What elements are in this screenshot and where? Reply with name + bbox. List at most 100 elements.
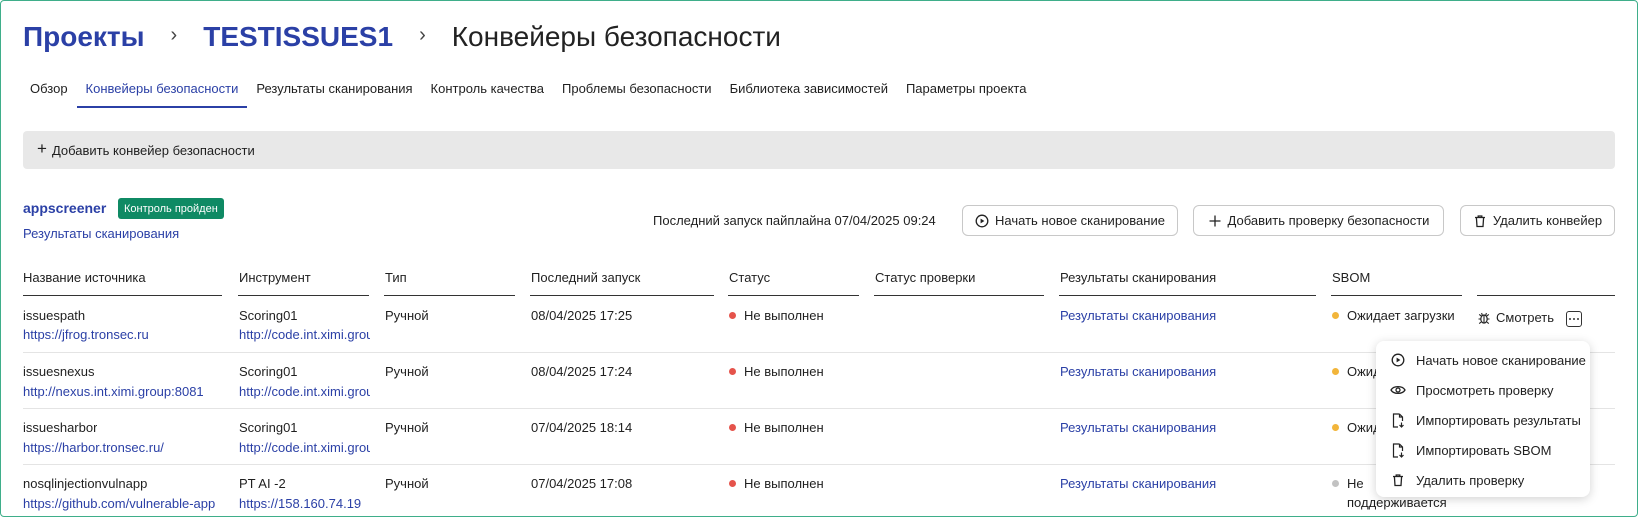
column-divider [384,295,515,296]
tab-dependency-library[interactable]: Библиотека зависимостей [721,77,897,107]
row-sbom-label: Ожидает загрузки [1347,308,1455,323]
plus-icon [1208,214,1222,228]
row-status-label: Не выполнен [744,420,824,435]
breadcrumb-chevron-icon: › [419,23,426,46]
sbom-dot-icon [1332,312,1339,319]
breadcrumb-chevron-icon: › [170,23,178,46]
tab-overview[interactable]: Обзор [21,77,77,107]
column-divider [874,295,1044,296]
column-divider [23,295,222,296]
row-tool-url[interactable]: https://158.160.74.19 [239,496,370,511]
play-circle-icon [975,214,989,228]
row-last-run: 07/04/2025 18:14 [531,420,633,435]
row-source-url[interactable]: https://github.com/vulnerable-app [23,496,223,511]
row-type: Ручной [385,476,429,491]
view-button[interactable]: Смотреть [1477,310,1554,325]
row-results-link[interactable]: Результаты сканирования [1060,420,1216,435]
column-header-last-run: Последний запуск [531,270,641,285]
column-divider [1331,295,1462,296]
row-results-link[interactable]: Результаты сканирования [1060,364,1216,379]
breadcrumb-projects-link[interactable]: Проекты [23,21,145,53]
menu-item-label: Начать новое сканирование [1416,352,1586,368]
start-scan-button[interactable]: Начать новое сканирование [962,205,1178,236]
row-actions-menu: Начать новое сканирование Просмотреть пр… [1376,341,1590,497]
row-sbom: Не [1332,476,1364,491]
menu-item-label: Удалить проверку [1416,472,1525,488]
row-tool-url[interactable]: http://code.int.ximi.group [239,384,370,399]
tab-bar: Обзор Конвейеры безопасности Результаты … [21,77,1035,109]
page-title: Конвейеры безопасности [451,21,781,52]
row-results-link[interactable]: Результаты сканирования [1060,308,1216,323]
pipeline-results-link[interactable]: Результаты сканирования [23,226,179,241]
tab-scan-results[interactable]: Результаты сканирования [247,77,421,107]
tab-project-settings[interactable]: Параметры проекта [897,77,1036,107]
sbom-dot-icon [1332,368,1339,375]
column-divider [530,295,714,296]
column-divider [238,295,369,296]
add-security-check-label: Добавить проверку безопасности [1227,213,1430,228]
sbom-dot-icon [1332,424,1339,431]
delete-pipeline-label: Удалить конвейер [1492,213,1603,228]
breadcrumb: Проекты › TESTISSUES1 › Конвейеры безопа… [23,19,781,55]
row-status: Не выполнен [729,364,824,379]
menu-item-delete-check[interactable]: Удалить проверку [1376,465,1590,495]
more-actions-icon[interactable] [1566,311,1582,327]
row-results-link[interactable]: Результаты сканирования [1060,476,1216,491]
row-tool-url[interactable]: http://code.int.ximi.group [239,327,370,342]
app-frame: Проекты › TESTISSUES1 › Конвейеры безопа… [0,0,1638,517]
row-source-url[interactable]: http://nexus.int.ximi.group:8081 [23,384,223,399]
add-pipeline-button[interactable]: + Добавить конвейер безопасности [23,131,1615,169]
row-tool-name: PT AI -2 [239,476,286,491]
column-divider [728,295,859,296]
add-pipeline-label: Добавить конвейер безопасности [51,142,255,158]
start-scan-label: Начать новое сканирование [995,213,1165,228]
breadcrumb-project-link[interactable]: TESTISSUES1 [203,21,393,53]
row-tool-name: Scoring01 [239,308,298,323]
trash-icon [1390,473,1406,487]
sbom-dot-icon [1332,480,1339,487]
row-sbom-label-line2: поддерживается [1347,495,1447,510]
row-source-name: issuespath [23,308,86,323]
row-type: Ручной [385,308,429,323]
column-header-source: Название источника [23,270,146,285]
row-sbom: Ожида [1332,364,1382,379]
pipeline-name[interactable]: appscreener [23,200,106,216]
row-status-label: Не выполнен [744,476,824,491]
menu-item-label: Импортировать результаты [1416,412,1581,428]
column-divider [1059,295,1316,296]
column-header-check-status: Статус проверки [875,270,976,285]
view-button-label: Смотреть [1496,310,1554,325]
tab-quality-control[interactable]: Контроль качества [422,77,553,107]
menu-item-view-check[interactable]: Просмотреть проверку [1376,375,1590,405]
row-source-name: issuesnexus [23,364,95,379]
row-type: Ручной [385,364,429,379]
file-import-icon [1390,442,1406,458]
menu-item-import-sbom[interactable]: Импортировать SBOM [1376,435,1590,465]
row-sbom: Ожидает загрузки [1332,308,1477,323]
row-source-url[interactable]: https://jfrog.tronsec.ru [23,327,223,342]
column-header-type: Тип [385,270,407,285]
menu-item-import-results[interactable]: Импортировать результаты [1376,405,1590,435]
column-header-tool: Инструмент [239,270,311,285]
row-sbom: Ожида [1332,420,1382,435]
add-security-check-button[interactable]: Добавить проверку безопасности [1193,205,1444,236]
plus-icon: + [37,139,47,158]
row-sbom-label: Не [1347,476,1364,491]
tab-security-issues[interactable]: Проблемы безопасности [553,77,721,107]
bug-icon [1477,311,1491,325]
column-header-scan-results: Результаты сканирования [1060,270,1217,285]
row-tool-name: Scoring01 [239,364,298,379]
status-dot-icon [729,424,736,431]
column-divider [1477,295,1615,296]
menu-item-label: Импортировать SBOM [1416,442,1552,458]
column-header-sbom: SBOM [1332,270,1371,285]
row-last-run: 07/04/2025 17:08 [531,476,633,491]
menu-item-start-scan[interactable]: Начать новое сканирование [1376,345,1590,375]
row-tool-url[interactable]: http://code.int.ximi.group [239,440,370,455]
tab-pipelines[interactable]: Конвейеры безопасности [76,77,248,108]
row-status-label: Не выполнен [744,308,824,323]
delete-pipeline-button[interactable]: Удалить конвейер [1460,205,1615,236]
column-header-status: Статус [729,270,771,285]
eye-icon [1390,383,1406,397]
row-source-url[interactable]: https://harbor.tronsec.ru/ [23,440,223,455]
